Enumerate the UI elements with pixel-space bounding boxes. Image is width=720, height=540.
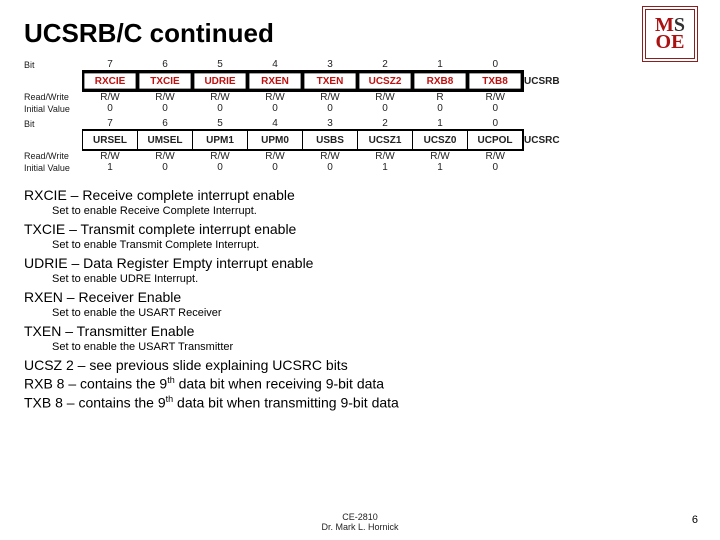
desc-term: UCSZ 2 – see previous slide explaining U…: [24, 357, 348, 373]
row-label: Read/Write: [24, 91, 83, 103]
desc-sub: Set to enable Transmit Complete Interrup…: [52, 239, 696, 251]
desc-sub: Set to enable the USART Receiver: [52, 307, 696, 319]
register-name: UCSRB: [523, 71, 560, 91]
register-diagram: Bit 7 6 5 4 3 2 1 0 RXCIE TXCIE UDRIE RX…: [24, 59, 696, 173]
bit-cell: UCPOL: [468, 130, 524, 150]
bit-cell: RXEN: [248, 71, 303, 91]
bit-cell: RXB8: [413, 71, 468, 91]
desc-term: RXCIE – Receive complete interrupt enabl…: [24, 187, 295, 203]
bit-cell: TXEN: [303, 71, 358, 91]
bit-cell: TXB8: [468, 71, 524, 91]
desc-sub: Set to enable Receive Complete Interrupt…: [52, 205, 696, 217]
row-label: Bit: [24, 118, 83, 130]
desc-term: TXCIE – Transmit complete interrupt enab…: [24, 221, 296, 237]
bit-cell: UCSZ2: [358, 71, 413, 91]
footer: CE-2810Dr. Mark L. Hornick: [0, 512, 720, 532]
page-number: 6: [692, 514, 698, 526]
bit-cell: UDRIE: [193, 71, 248, 91]
descriptions: RXCIE – Receive complete interrupt enabl…: [24, 187, 696, 410]
bit-cell: UPM1: [193, 130, 248, 150]
bit-cell: UCSZ1: [358, 130, 413, 150]
reg-table-ucsrc: Bit 7 6 5 4 3 2 1 0 URSEL UMSEL UPM1 UPM…: [24, 118, 560, 173]
desc-term: RXEN – Receiver Enable: [24, 289, 181, 305]
bit-cell: USBS: [303, 130, 358, 150]
desc-sub: Set to enable UDRE Interrupt.: [52, 273, 696, 285]
desc-term: UDRIE – Data Register Empty interrupt en…: [24, 255, 313, 271]
bit-cell: URSEL: [83, 130, 138, 150]
bit-cell: UPM0: [248, 130, 303, 150]
bit-cell: TXCIE: [138, 71, 193, 91]
row-label: Bit: [24, 59, 83, 71]
page-title: UCSRB/C continued: [24, 18, 696, 49]
desc-sub: Set to enable the USART Transmitter: [52, 341, 696, 353]
row-label: Initial Value: [24, 162, 83, 173]
desc-term: TXB 8 – contains the 9th data bit when t…: [24, 394, 696, 411]
bit-cell: UCSZ0: [413, 130, 468, 150]
row-label: Initial Value: [24, 103, 83, 114]
bit-cell: UMSEL: [138, 130, 193, 150]
bit-cell: RXCIE: [83, 71, 138, 91]
logo-msoe: MSOE: [642, 6, 698, 62]
desc-term: RXB 8 – contains the 9th data bit when r…: [24, 375, 696, 392]
desc-term: TXEN – Transmitter Enable: [24, 323, 194, 339]
reg-table-ucsrb: Bit 7 6 5 4 3 2 1 0 RXCIE TXCIE UDRIE RX…: [24, 59, 560, 114]
register-name: UCSRC: [523, 130, 560, 150]
row-label: Read/Write: [24, 150, 83, 162]
